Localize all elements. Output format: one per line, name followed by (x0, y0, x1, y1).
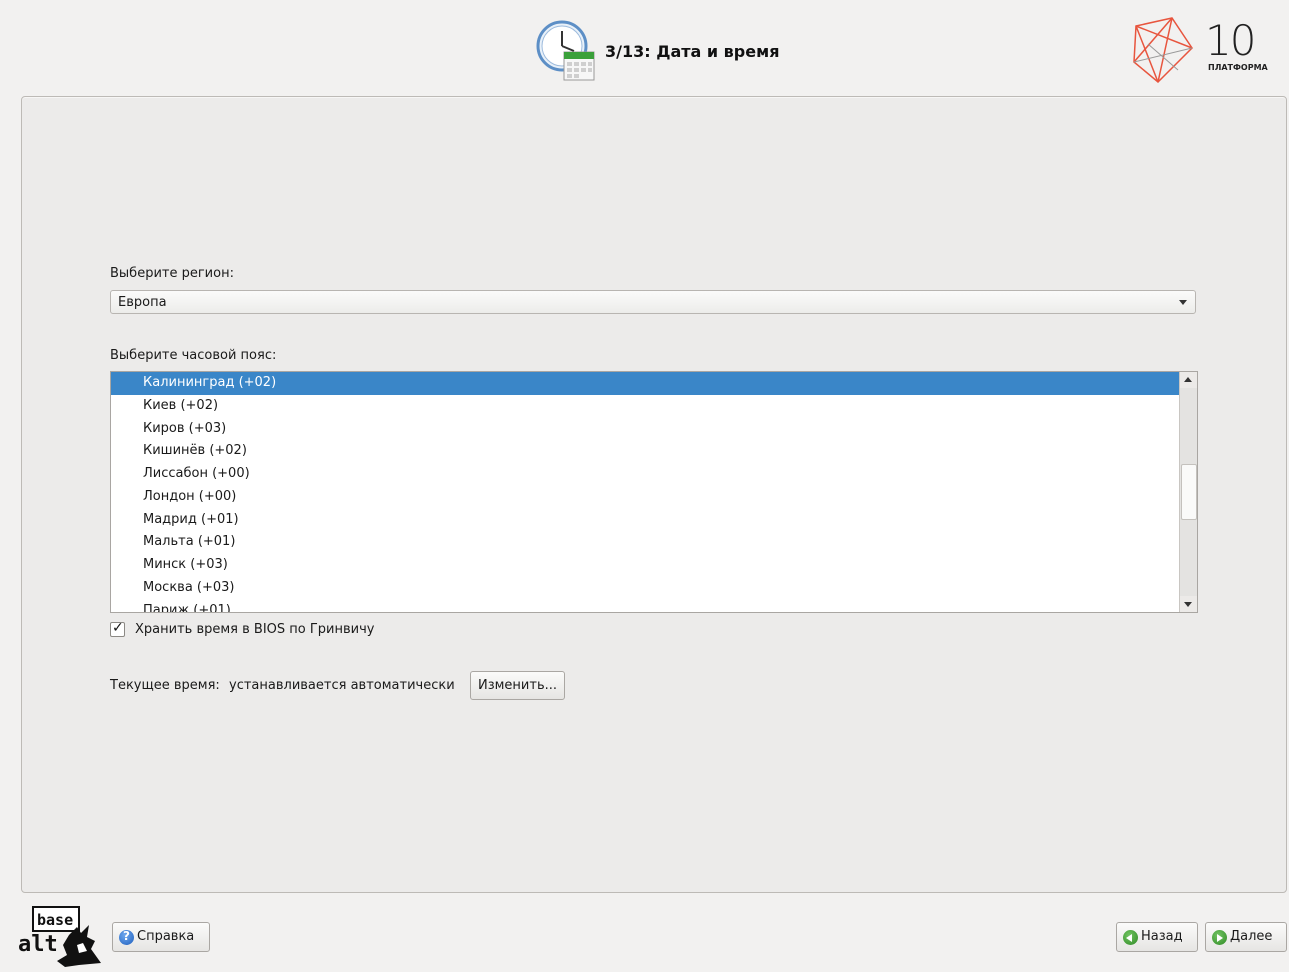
arrow-right-icon (1212, 930, 1227, 945)
brand-logo-icon (1133, 17, 1193, 84)
timezone-scrollbar[interactable] (1179, 372, 1197, 612)
chevron-down-icon[interactable] (1179, 300, 1187, 305)
page-title: 3/13: Дата и время (605, 42, 780, 61)
timezone-item[interactable]: Киров (+03) (111, 418, 1181, 441)
back-button[interactable]: Назад (1116, 922, 1198, 952)
timezone-item[interactable]: Париж (+01) (111, 600, 1181, 613)
region-label: Выберите регион: (110, 266, 234, 281)
help-button-label: Справка (137, 929, 195, 944)
timezone-item[interactable]: Кишинёв (+02) (111, 440, 1181, 463)
checkmark-icon: ✓ (112, 620, 124, 636)
bios-utc-label[interactable]: Хранить время в BIOS по Гринвичу (135, 622, 374, 637)
timezone-item[interactable]: Лиссабон (+00) (111, 463, 1181, 486)
calendar-clock-icon (536, 20, 595, 81)
timezone-item[interactable]: Лондон (+00) (111, 486, 1181, 509)
timezone-item[interactable]: Мадрид (+01) (111, 509, 1181, 532)
timezone-item[interactable]: Москва (+03) (111, 577, 1181, 600)
timezone-items: Калининград (+02) Киев (+02) Киров (+03)… (111, 372, 1181, 613)
basealt-logo-bottom: alt (18, 932, 58, 957)
bios-utc-checkbox[interactable]: ✓ (110, 620, 125, 637)
brand-word: ПЛАТФОРМА (1208, 63, 1268, 72)
timezone-list[interactable]: Калининград (+02) Киев (+02) Киров (+03)… (110, 371, 1198, 613)
timezone-item[interactable]: Мальта (+01) (111, 531, 1181, 554)
help-icon (119, 929, 134, 945)
current-time-value: устанавливается автоматически (229, 678, 455, 693)
arrow-left-icon (1123, 930, 1138, 945)
next-button-label: Далее (1230, 929, 1273, 944)
timezone-item[interactable]: Минск (+03) (111, 554, 1181, 577)
timezone-item[interactable]: Калининград (+02) (111, 372, 1181, 395)
help-button[interactable]: Справка (112, 922, 210, 952)
region-select-value: Европа (118, 295, 167, 310)
scrollbar-thumb[interactable] (1181, 464, 1197, 520)
change-time-button[interactable]: Изменить... (470, 671, 565, 700)
basealt-logo-top: base (37, 911, 73, 929)
current-time-label: Текущее время: (110, 678, 220, 693)
back-button-label: Назад (1141, 929, 1183, 944)
scroll-up-arrow-icon[interactable] (1180, 372, 1197, 388)
brand-number: 10 (1205, 16, 1256, 65)
header: 3/13: Дата и время 10 ПЛАТФОРМА (0, 0, 1289, 96)
next-button[interactable]: Далее (1205, 922, 1287, 952)
basealt-logo-icon: base alt (18, 906, 101, 967)
scroll-down-arrow-icon[interactable] (1180, 596, 1197, 612)
region-select[interactable]: Европа (110, 290, 1196, 314)
timezone-item[interactable]: Киев (+02) (111, 395, 1181, 418)
timezone-label: Выберите часовой пояс: (110, 348, 277, 363)
